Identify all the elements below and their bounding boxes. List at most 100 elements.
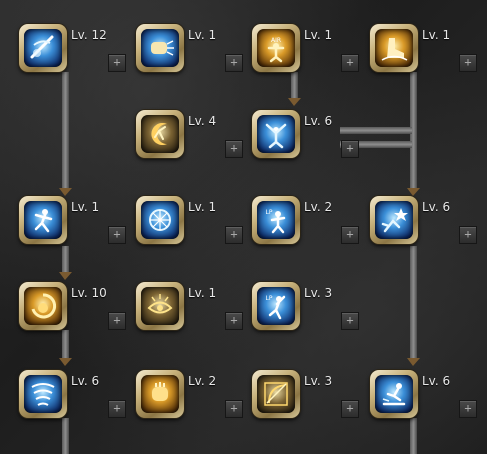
level-up-button[interactable]: +: [108, 312, 126, 330]
skill-icon-button[interactable]: [136, 282, 184, 330]
skill-icon-button[interactable]: [370, 24, 418, 72]
skill-level-label: Lv. 1: [422, 28, 451, 42]
skill-level-label: Lv. 3: [304, 374, 333, 388]
skill-icon-button[interactable]: [136, 24, 184, 72]
air-stance-icon: AIR: [267, 37, 285, 63]
skill-node: Lv. 6 +: [19, 370, 126, 422]
skill-level-label: Lv. 2: [304, 200, 333, 214]
level-up-button[interactable]: +: [341, 140, 359, 158]
skill-node: Lv. 4 +: [136, 110, 243, 162]
skill-level-label: Lv. 6: [304, 114, 333, 128]
level-up-button[interactable]: +: [108, 226, 126, 244]
skill-icon-button[interactable]: [136, 196, 184, 244]
level-up-button[interactable]: +: [341, 312, 359, 330]
skill-icon-button[interactable]: [19, 196, 67, 244]
skill-node: Lv. 6 +: [370, 196, 477, 248]
skill-level-label: Lv. 6: [71, 374, 100, 388]
blade-slash-icon: [30, 35, 54, 59]
connector-arrow: [407, 358, 420, 366]
svg-text:LP: LP: [266, 209, 273, 216]
gold-whirl-icon: [31, 293, 56, 319]
skill-node: Lv. 1 +: [136, 196, 243, 248]
level-up-button[interactable]: +: [459, 400, 477, 418]
skill-level-label: Lv. 12: [71, 28, 107, 42]
skill-node: Lv. 1 +: [136, 24, 243, 76]
skill-tree-panel: Lv. 12 + Lv. 1 + AIR Lv. 1 + Lv. 1 + Lv.…: [0, 0, 487, 454]
skill-icon-button[interactable]: [19, 24, 67, 72]
overhead-smash-icon: [265, 123, 287, 149]
skill-node: Lv. 1 +: [136, 282, 243, 334]
skill-icon-button[interactable]: [136, 110, 184, 158]
skill-level-label: Lv. 1: [71, 200, 100, 214]
skill-node: Lv. 6 +: [252, 110, 359, 162]
level-up-button[interactable]: +: [225, 312, 243, 330]
skill-node: Lv. 1 +: [19, 196, 126, 248]
skill-icon-button[interactable]: [370, 370, 418, 418]
skill-level-label: Lv. 6: [422, 374, 451, 388]
skill-level-label: Lv. 4: [188, 114, 217, 128]
level-up-button[interactable]: +: [108, 54, 126, 72]
lp-uppercut-icon: LP: [266, 295, 286, 320]
connector-line: [62, 330, 69, 360]
skill-icon-button[interactable]: LP: [252, 196, 300, 244]
skill-icon-button[interactable]: AIR: [252, 24, 300, 72]
skill-node: LP Lv. 2 +: [252, 196, 359, 248]
skill-node: Lv. 2 +: [136, 370, 243, 422]
skill-node: Lv. 10 +: [19, 282, 126, 334]
connector-line: [62, 418, 69, 454]
skill-node: LP Lv. 3 +: [252, 282, 359, 334]
tornado-spin-icon: [31, 383, 55, 406]
skill-level-label: Lv. 1: [188, 286, 217, 300]
skill-level-label: Lv. 1: [188, 28, 217, 42]
skill-level-label: Lv. 1: [304, 28, 333, 42]
lp-stance-icon: LP: [266, 209, 286, 234]
skill-icon-button[interactable]: [136, 370, 184, 418]
skill-icon-button[interactable]: LP: [252, 282, 300, 330]
level-up-button[interactable]: +: [225, 54, 243, 72]
skill-icon-button[interactable]: [19, 370, 67, 418]
connector-arrow: [59, 272, 72, 280]
level-up-button[interactable]: +: [225, 226, 243, 244]
skill-node: Lv. 1 +: [370, 24, 477, 76]
dash-runner-icon: [34, 209, 53, 233]
connector-arrow: [288, 98, 301, 106]
skill-icon-button[interactable]: [370, 196, 418, 244]
level-up-button[interactable]: +: [459, 226, 477, 244]
skill-node: Lv. 12 +: [19, 24, 126, 76]
star-kick-icon: [381, 208, 408, 233]
radiant-eye-icon: [147, 294, 173, 314]
bow-shot-icon: [264, 382, 288, 406]
level-up-button[interactable]: +: [225, 400, 243, 418]
energy-burst-icon: [149, 209, 171, 231]
level-up-button[interactable]: +: [341, 400, 359, 418]
skill-icon-button[interactable]: [252, 370, 300, 418]
level-up-button[interactable]: +: [341, 226, 359, 244]
level-up-button[interactable]: +: [225, 140, 243, 158]
connector-arrow: [59, 188, 72, 196]
skill-level-label: Lv. 10: [71, 286, 107, 300]
connector-line: [410, 72, 417, 190]
svg-text:LP: LP: [266, 295, 273, 302]
connector-line: [410, 246, 417, 358]
skill-node: AIR Lv. 1 +: [252, 24, 359, 76]
air-combo-icon: [382, 383, 406, 406]
crescent-kick-icon: [151, 123, 167, 145]
level-up-button[interactable]: +: [108, 400, 126, 418]
skill-node: Lv. 3 +: [252, 370, 359, 422]
boot-kick-icon: [381, 38, 408, 61]
connector-line: [410, 418, 417, 454]
skill-icon-button[interactable]: [19, 282, 67, 330]
level-up-button[interactable]: +: [341, 54, 359, 72]
connector-line: [62, 72, 69, 190]
fist-strike-icon: [151, 40, 174, 56]
connector-arrow: [59, 358, 72, 366]
connector-arrow: [407, 188, 420, 196]
skill-level-label: Lv. 2: [188, 374, 217, 388]
golden-fist-icon: [152, 382, 168, 401]
skill-node: Lv. 6 +: [370, 370, 477, 422]
level-up-button[interactable]: +: [459, 54, 477, 72]
skill-level-label: Lv. 3: [304, 286, 333, 300]
connector-line: [291, 72, 298, 100]
skill-level-label: Lv. 1: [188, 200, 217, 214]
skill-icon-button[interactable]: [252, 110, 300, 158]
